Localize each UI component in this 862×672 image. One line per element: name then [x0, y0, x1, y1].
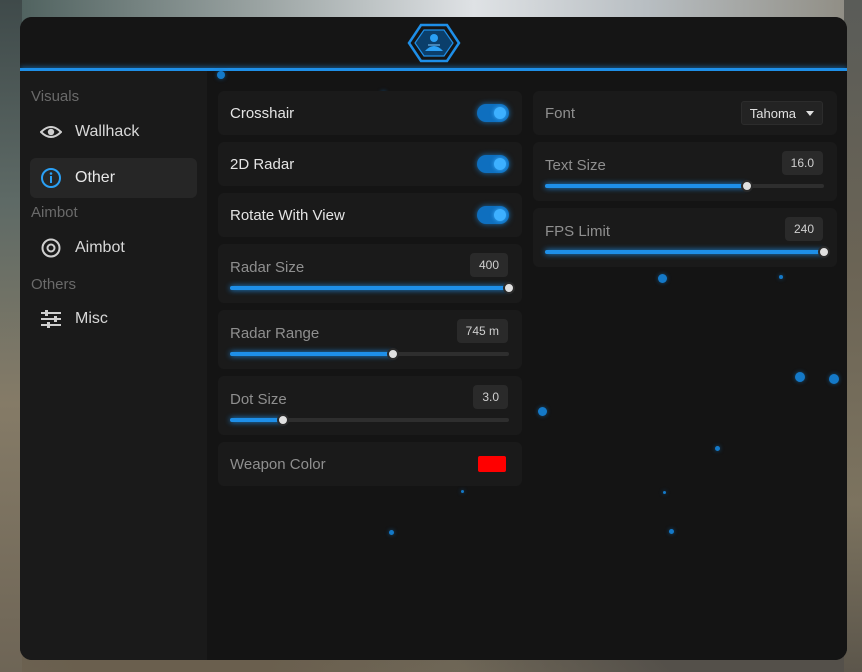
content-panel: Crosshair 2D Radar Rotate With View Rada… — [207, 71, 847, 660]
target-icon — [40, 237, 62, 259]
weapon-color-swatch[interactable] — [478, 456, 506, 472]
fps-limit-row: FPS Limit 240 — [533, 208, 837, 267]
sidebar-item-label: Misc — [75, 310, 108, 327]
crosshair-label: Crosshair — [230, 105, 295, 122]
emblem-logo-icon — [407, 23, 461, 63]
background-scene-left — [0, 0, 22, 672]
menu-window: Visuals Wallhack Other Aimbot Aimbot Oth… — [20, 17, 847, 660]
sidebar-item-wallhack[interactable]: Wallhack — [30, 112, 197, 152]
particle-dot — [829, 374, 839, 384]
slider-thumb[interactable] — [818, 246, 830, 258]
font-dropdown[interactable]: Tahoma — [740, 101, 823, 125]
particle-dot — [795, 372, 805, 382]
radar-size-row: Radar Size 400 — [218, 244, 522, 303]
text-size-row: Text Size 16.0 — [533, 142, 837, 201]
section-label-visuals: Visuals — [31, 88, 80, 105]
font-dropdown-value: Tahoma — [749, 105, 796, 121]
sidebar-item-other[interactable]: Other — [30, 158, 197, 198]
dot-size-label: Dot Size — [230, 391, 287, 408]
font-label: Font — [545, 105, 576, 122]
slider-thumb[interactable] — [503, 282, 515, 294]
crosshair-toggle[interactable] — [477, 104, 509, 122]
slider-thumb[interactable] — [277, 414, 289, 426]
section-label-others: Others — [31, 276, 77, 293]
fps-limit-label: FPS Limit — [545, 223, 611, 240]
eye-icon — [40, 121, 62, 143]
sidebar-item-label: Other — [75, 169, 116, 186]
text-size-value[interactable]: 16.0 — [781, 151, 823, 175]
section-label-aimbot: Aimbot — [31, 204, 78, 221]
dot-size-value[interactable]: 3.0 — [473, 385, 508, 409]
particle-dot — [538, 407, 547, 416]
radar-size-label: Radar Size — [230, 259, 305, 276]
weapon-color-row: Weapon Color — [218, 442, 522, 486]
slider-thumb[interactable] — [741, 180, 754, 192]
dot-size-slider[interactable] — [230, 414, 509, 426]
radar-range-slider[interactable] — [230, 348, 509, 360]
rotate-with-view-toggle[interactable] — [477, 206, 509, 224]
sidebar-item-label: Wallhack — [75, 123, 140, 140]
slider-thumb[interactable] — [387, 348, 400, 360]
sidebar: Visuals Wallhack Other Aimbot Aimbot Oth… — [20, 71, 207, 660]
radar-range-value[interactable]: 745 m — [456, 319, 508, 343]
radar-range-label: Radar Range — [230, 325, 320, 342]
text-size-label: Text Size — [545, 157, 606, 174]
chevron-down-icon — [806, 110, 814, 116]
radar-range-row: Radar Range 745 m — [218, 310, 522, 369]
rotate-with-view-label: Rotate With View — [230, 207, 345, 224]
particle-dot — [669, 529, 674, 534]
radar-size-slider[interactable] — [230, 282, 515, 294]
particle-dot — [658, 274, 667, 283]
radar-size-value[interactable]: 400 — [469, 253, 508, 277]
radar-2d-row: 2D Radar — [218, 142, 522, 186]
info-icon — [40, 167, 62, 189]
particle-dot — [217, 71, 225, 79]
particle-dot — [663, 491, 666, 494]
rotate-with-view-row: Rotate With View — [218, 193, 522, 237]
radar-2d-toggle[interactable] — [477, 155, 509, 173]
weapon-color-label: Weapon Color — [230, 456, 326, 473]
crosshair-row: Crosshair — [218, 91, 522, 135]
particle-dot — [389, 530, 394, 535]
particle-dot — [779, 275, 783, 279]
font-row: Font Tahoma — [533, 91, 837, 135]
particle-dot — [715, 446, 720, 451]
text-size-slider[interactable] — [545, 180, 824, 192]
menu-header — [20, 17, 847, 69]
particle-dot — [461, 490, 464, 493]
fps-limit-slider[interactable] — [545, 246, 830, 258]
sidebar-item-aimbot[interactable]: Aimbot — [30, 228, 197, 268]
fps-limit-value[interactable]: 240 — [784, 217, 823, 241]
sidebar-item-misc[interactable]: Misc — [30, 299, 197, 339]
dot-size-row: Dot Size 3.0 — [218, 376, 522, 435]
sliders-icon — [40, 308, 62, 330]
sidebar-item-label: Aimbot — [75, 239, 125, 256]
radar-2d-label: 2D Radar — [230, 156, 295, 173]
